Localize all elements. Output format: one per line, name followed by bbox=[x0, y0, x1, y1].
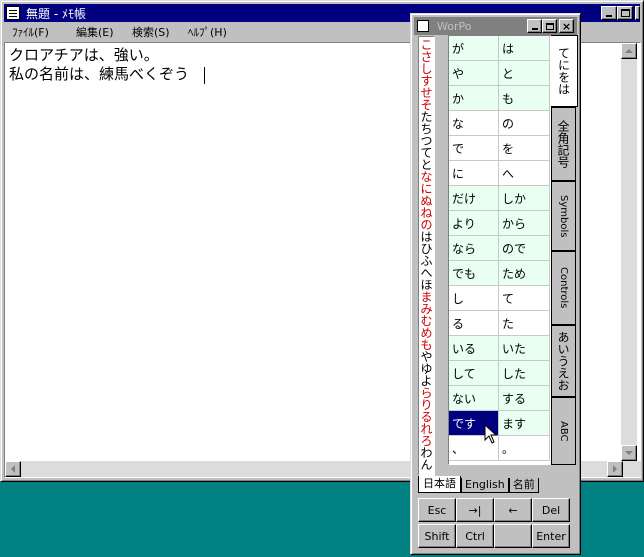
menu-help[interactable]: ﾍﾙﾌﾟ(H) bbox=[188, 24, 238, 40]
side-tab[interactable]: てにをは bbox=[551, 35, 578, 107]
scroll-left-button[interactable] bbox=[5, 461, 21, 477]
word-cell[interactable]: が bbox=[449, 36, 499, 61]
key-button[interactable]: →| bbox=[456, 498, 494, 522]
minimize-button[interactable] bbox=[601, 6, 617, 20]
word-cell[interactable]: ない bbox=[449, 386, 499, 411]
maximize-icon bbox=[620, 9, 630, 17]
word-cell[interactable]: と bbox=[499, 61, 550, 86]
scroll-down-button[interactable] bbox=[621, 445, 637, 461]
word-cell[interactable]: いた bbox=[499, 336, 550, 361]
word-cell[interactable]: だけ bbox=[449, 186, 499, 211]
word-cell[interactable]: でも bbox=[449, 261, 499, 286]
word-cell[interactable]: する bbox=[499, 386, 550, 411]
word-cell[interactable]: か bbox=[449, 86, 499, 111]
word-cell[interactable]: して bbox=[449, 361, 499, 386]
worpo-window: WorPo × こさしすせそたちつてとなにぬねのはひふへほまみむめもやゆよらりる… bbox=[410, 13, 581, 555]
word-grid: がはやとかもなのでをにへだけ しか より から なら ので でも ためしてるたいる いた して した… bbox=[448, 35, 551, 465]
side-tab[interactable]: あいうえお bbox=[551, 325, 576, 397]
notepad-title: 無題 - ﾒﾓ帳 bbox=[26, 6, 86, 21]
close-button[interactable] bbox=[635, 6, 640, 20]
close-icon: × bbox=[561, 19, 572, 33]
side-tab-label: あいうえお bbox=[556, 331, 570, 391]
word-cell[interactable]: を bbox=[499, 136, 550, 161]
word-cell[interactable]: しか bbox=[499, 186, 550, 211]
word-cell[interactable]: は bbox=[499, 36, 550, 61]
word-cell[interactable]: なら bbox=[449, 236, 499, 261]
notepad-text[interactable]: クロアチアは、強い。 私の名前は、練馬べくぞう bbox=[9, 46, 189, 84]
kana-strip[interactable]: こさしすせそたちつてとなにぬねのはひふへほまみむめもやゆよらりるれろわん bbox=[418, 36, 435, 476]
word-cell[interactable]: ので bbox=[499, 236, 550, 261]
side-tab-label: Controls bbox=[558, 267, 569, 309]
notepad-app-icon[interactable] bbox=[6, 6, 20, 20]
key-button[interactable]: Enter bbox=[532, 524, 570, 548]
worpo-title: WorPo bbox=[437, 19, 472, 33]
minimize-icon bbox=[531, 28, 538, 30]
worpo-minimize-button[interactable] bbox=[527, 19, 542, 33]
word-cell[interactable]: で bbox=[449, 136, 499, 161]
scroll-right-button[interactable] bbox=[607, 461, 623, 477]
notepad-menubar: ﾌｧｲﾙ(F) 編集(E) 検索(S) ﾍﾙﾌﾟ(H) bbox=[4, 23, 238, 41]
arrow-up-icon bbox=[625, 49, 633, 53]
maximize-button[interactable] bbox=[617, 6, 633, 20]
arrow-down-icon bbox=[625, 451, 633, 455]
word-cell[interactable]: から bbox=[499, 211, 550, 236]
mouse-cursor-icon bbox=[484, 424, 498, 444]
word-cell[interactable]: 。 bbox=[499, 436, 550, 461]
word-cell[interactable]: の bbox=[499, 111, 550, 136]
scroll-up-button[interactable] bbox=[621, 43, 637, 59]
menu-file[interactable]: ﾌｧｲﾙ(F) bbox=[12, 24, 76, 40]
arrow-right-icon bbox=[613, 465, 617, 473]
word-cell[interactable]: へ bbox=[499, 161, 550, 186]
word-cell[interactable]: に bbox=[449, 161, 499, 186]
word-cell[interactable]: な bbox=[449, 111, 499, 136]
worpo-close-button[interactable]: × bbox=[559, 19, 574, 33]
menu-search[interactable]: 検索(S) bbox=[132, 24, 188, 40]
side-tab[interactable]: Symbols bbox=[551, 181, 576, 251]
word-cell[interactable]: て bbox=[499, 286, 550, 311]
vertical-scrollbar[interactable] bbox=[621, 43, 637, 461]
word-cell[interactable]: や bbox=[449, 61, 499, 86]
word-cell[interactable]: より bbox=[449, 211, 499, 236]
side-tabs: てにをは全角記号 Symbols Controls あいうえお ABC bbox=[551, 35, 578, 465]
language-tabs: 日本語 English 名前 bbox=[418, 475, 539, 493]
key-button[interactable]: ← bbox=[494, 498, 532, 522]
word-cell[interactable]: る bbox=[449, 311, 499, 336]
minimize-icon bbox=[606, 15, 612, 17]
side-tab[interactable]: 全角記号 bbox=[551, 107, 576, 181]
text-cursor bbox=[204, 67, 205, 84]
word-cell[interactable]: ます bbox=[499, 411, 550, 436]
key-button[interactable]: Del bbox=[532, 498, 570, 522]
arrow-left-icon bbox=[11, 465, 15, 473]
key-button[interactable]: Ctrl bbox=[456, 524, 494, 548]
word-cell[interactable]: した bbox=[499, 361, 550, 386]
word-cell[interactable]: いる bbox=[449, 336, 499, 361]
side-tab-label: Symbols bbox=[558, 194, 569, 238]
key-button[interactable] bbox=[494, 524, 532, 548]
maximize-icon bbox=[545, 22, 554, 30]
tab-english[interactable]: English bbox=[461, 478, 509, 493]
side-tab[interactable]: Controls bbox=[551, 251, 576, 325]
side-tab[interactable]: ABC bbox=[551, 397, 576, 465]
tab-name[interactable]: 名前 bbox=[508, 478, 539, 493]
key-button[interactable]: Esc bbox=[418, 498, 456, 522]
keypad: Esc →| ← Del Shift Ctrl Enter bbox=[418, 498, 576, 548]
side-tab-label: てにをは bbox=[556, 47, 571, 95]
kana-strip-char[interactable]: ん bbox=[419, 459, 434, 471]
side-tab-label: 全角記号 bbox=[556, 120, 570, 168]
word-cell[interactable]: も bbox=[499, 86, 550, 111]
worpo-maximize-button[interactable] bbox=[542, 19, 557, 33]
word-cell[interactable]: た bbox=[499, 311, 550, 336]
word-cell[interactable]: し bbox=[449, 286, 499, 311]
tab-japanese[interactable]: 日本語 bbox=[418, 476, 461, 493]
word-cell[interactable]: ため bbox=[499, 261, 550, 286]
menu-edit[interactable]: 編集(E) bbox=[76, 24, 132, 40]
key-button[interactable]: Shift bbox=[418, 524, 456, 548]
worpo-app-icon[interactable] bbox=[417, 20, 429, 32]
side-tab-label: ABC bbox=[558, 420, 569, 442]
